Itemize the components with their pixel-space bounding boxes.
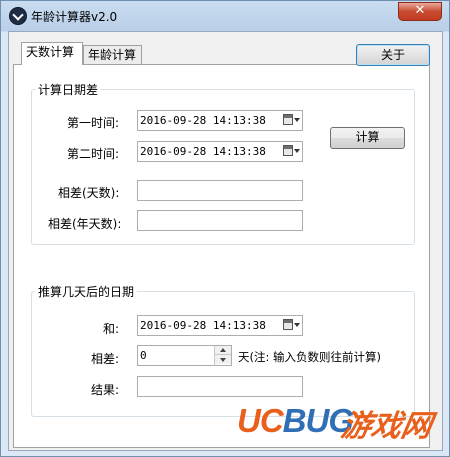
calculate-button[interactable]: 计算 [330,127,405,149]
date-diff-group-title: 计算日期差 [35,81,102,98]
tab-label: 天数计算 [26,45,75,59]
title-bar[interactable]: 年龄计算器v2.0 ✕ [1,1,449,31]
stepper-down-icon[interactable] [215,355,231,364]
watermark-uc: UC [237,402,284,439]
days-stepper[interactable]: 0 [137,345,232,366]
calendar-dropdown-icon[interactable] [281,317,301,334]
second-time-value: 2016-09-28 14:13:38 [140,145,266,158]
watermark-chinese: 游戏网 [338,401,434,445]
second-time-label: 第二时间: [67,147,120,161]
second-time-picker[interactable]: 2016-09-28 14:13:38 [137,141,303,162]
base-date-picker[interactable]: 2016-09-28 14:13:38 [137,315,303,336]
first-time-value: 2016-09-28 14:13:38 [140,114,266,127]
diff-years-label: 相差(年天数): [48,217,122,231]
stepper-up-icon[interactable] [215,346,231,355]
offset-date-group-title: 推算几天后的日期 [35,283,138,300]
stepper-arrows[interactable] [214,346,231,365]
result-label: 结果: [91,383,120,397]
base-date-value: 2016-09-28 14:13:38 [140,319,266,332]
and-label: 和: [103,322,120,336]
first-time-label: 第一时间: [67,116,120,130]
diff-days-label: 相差(天数): [58,186,120,200]
calendar-dropdown-icon[interactable] [281,143,301,160]
tab-age-calc[interactable]: 年龄计算 [83,45,142,65]
first-time-picker[interactable]: 2016-09-28 14:13:38 [137,110,303,131]
days-stepper-value: 0 [140,349,147,362]
diff-days-output[interactable] [137,180,303,201]
diff-note: 天(注: 输入负数则往前计算) [238,350,382,364]
app-icon [9,7,27,25]
diff-years-output[interactable] [137,210,303,231]
diff-label: 相差: [91,352,120,366]
tab-label: 年龄计算 [88,48,137,62]
about-button[interactable]: 关于 [356,44,430,66]
watermark-logo: UCBUG [237,402,354,440]
watermark-chinese-text: 游戏网 [338,409,435,444]
close-button[interactable]: ✕ [398,2,442,21]
close-icon: ✕ [414,3,426,18]
tab-day-calc[interactable]: 天数计算 [21,42,83,65]
window-title: 年龄计算器v2.0 [31,10,118,24]
result-output[interactable] [137,376,303,397]
calendar-dropdown-icon[interactable] [281,112,301,129]
